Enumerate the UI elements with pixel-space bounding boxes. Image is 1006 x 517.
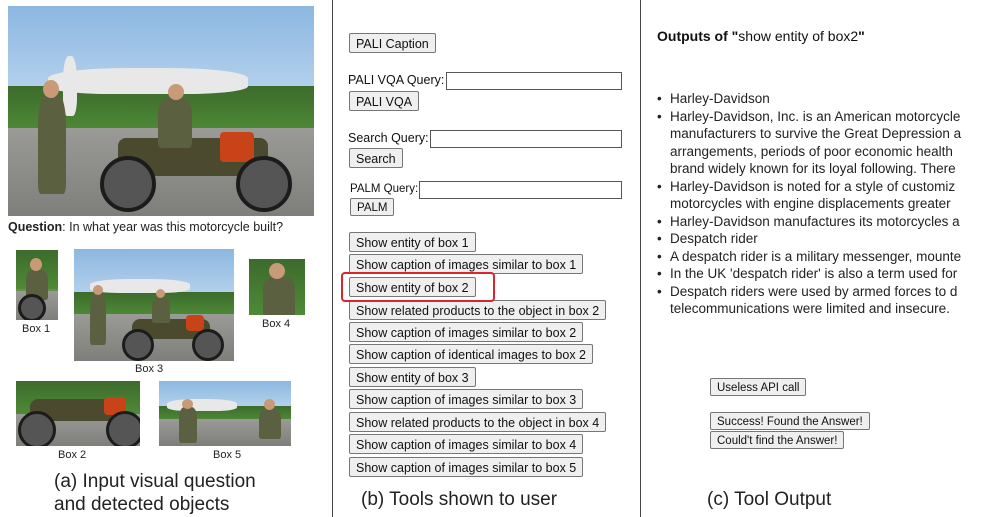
box5-label: Box 5: [213, 449, 242, 461]
box4-label: Box 4: [262, 318, 291, 330]
box3-label: Box 3: [135, 363, 164, 375]
success-found-answer-button[interactable]: Success! Found the Answer!: [710, 412, 870, 430]
useless-api-call-button[interactable]: Useless API call: [710, 378, 807, 396]
palm-input[interactable]: [419, 181, 622, 199]
palm-button[interactable]: PALM: [350, 198, 395, 216]
divider-left: [332, 0, 333, 517]
tool-entity-box3[interactable]: Show entity of box 3: [349, 367, 476, 387]
divider-right: [640, 0, 641, 517]
search-label: Search Query:: [348, 131, 429, 145]
output-title-prefix: Outputs of ": [657, 28, 739, 44]
list-item-line: telecommunications were limited and inse…: [670, 301, 950, 316]
main-photo: [8, 6, 314, 216]
list-item: Harley-Davidson, Inc. is an American mot…: [657, 108, 961, 178]
box1-label: Box 1: [22, 323, 51, 335]
list-item-line: motorcycles with engine displacements gr…: [670, 196, 951, 211]
search-button[interactable]: Search: [349, 148, 403, 168]
panel-a-caption-line1: (a) Input visual question: [54, 471, 256, 492]
could-not-find-answer-button[interactable]: Could't find the Answer!: [710, 431, 845, 449]
tool-entity-box1[interactable]: Show entity of box 1: [349, 232, 476, 252]
tool-related-products-box2[interactable]: Show related products to the object in b…: [349, 300, 607, 320]
palm-label: PALM Query:: [350, 183, 419, 195]
box5-image: [159, 381, 291, 446]
pali-caption-button[interactable]: PALI Caption: [349, 33, 436, 53]
pali-vqa-button[interactable]: PALI VQA: [349, 91, 420, 111]
list-item-line: brand widely known for its loyal followi…: [670, 161, 956, 176]
panel-c-caption: (c) Tool Output: [707, 489, 832, 510]
list-item-line: Despatch riders were used by armed force…: [670, 283, 958, 299]
tool-related-products-box4[interactable]: Show related products to the object in b…: [349, 412, 607, 432]
box2-label: Box 2: [58, 449, 87, 461]
list-item: Despatch rider: [657, 230, 961, 248]
question: Question: In what year was this motorcyc…: [8, 220, 283, 234]
list-item: Harley-Davidson manufactures its motorcy…: [657, 213, 961, 231]
selected-tool-highlight: [341, 272, 495, 302]
tool-caption-similar-box5[interactable]: Show caption of images similar to box 5: [349, 457, 584, 477]
question-label: Question: [8, 220, 63, 234]
tool-caption-similar-box3[interactable]: Show caption of images similar to box 3: [349, 389, 584, 409]
pali-vqa-label: PALI VQA Query:: [348, 73, 445, 87]
box3-image: [74, 249, 234, 361]
tool-caption-identical-box2[interactable]: Show caption of identical images to box …: [349, 344, 593, 364]
search-input[interactable]: [430, 130, 622, 148]
panel-b-caption: (b) Tools shown to user: [361, 489, 558, 510]
list-item: A despatch rider is a military messenger…: [657, 248, 961, 266]
list-item-line: manufacturers to survive the Great Depre…: [670, 126, 962, 141]
list-item-line: Harley-Davidson, Inc. is an American mot…: [670, 108, 961, 124]
list-item-line: arrangements, periods of poor economic h…: [670, 143, 953, 159]
tool-caption-similar-box4[interactable]: Show caption of images similar to box 4: [349, 434, 584, 454]
pali-vqa-input[interactable]: [446, 72, 622, 90]
output-title: Outputs of "show entity of box2": [657, 28, 865, 44]
box4-image: [249, 259, 305, 315]
list-item: Harley-Davidson: [657, 90, 961, 108]
list-item: In the UK 'despatch rider' is also a ter…: [657, 265, 961, 283]
tool-caption-similar-box1[interactable]: Show caption of images similar to box 1: [349, 254, 584, 274]
list-item: Despatch riders were used by armed force…: [657, 283, 961, 318]
box2-image: [16, 381, 140, 446]
box1-image: [16, 250, 58, 320]
list-item: Harley-Davidson is noted for a style of …: [657, 178, 961, 213]
tool-caption-similar-box2[interactable]: Show caption of images similar to box 2: [349, 322, 584, 342]
list-item-line: Harley-Davidson is noted for a style of …: [670, 178, 956, 194]
output-list: Harley-Davidson Harley-Davidson, Inc. is…: [657, 90, 961, 318]
panel-a-caption-line2: and detected objects: [54, 494, 230, 515]
panel-a-caption: (a) Input visual question and detected o…: [54, 470, 256, 516]
output-title-suffix: ": [858, 28, 865, 44]
output-title-query: show entity of box2: [738, 28, 859, 44]
question-text: : In what year was this motorcycle built…: [62, 220, 284, 234]
